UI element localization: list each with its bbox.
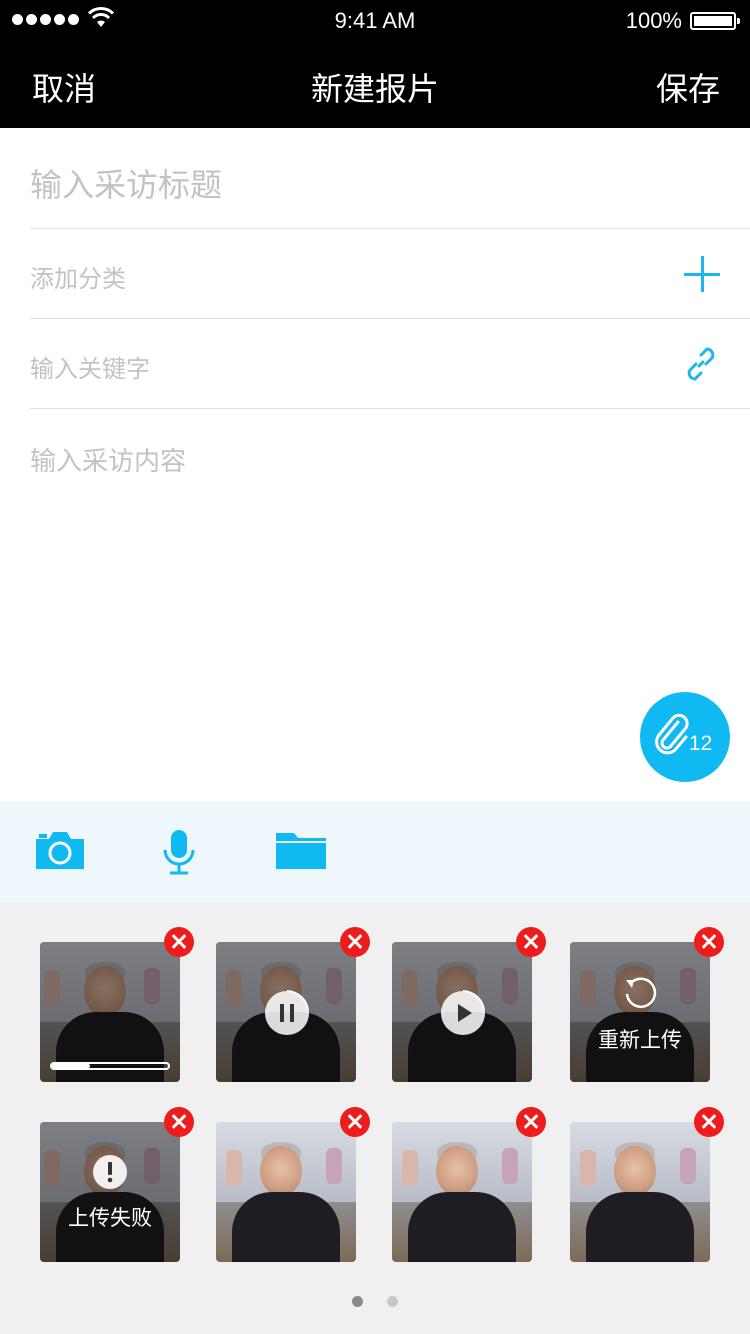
upload-progress-bar [50,1062,170,1070]
upload-progress-fill [52,1064,91,1068]
attachment-count: 12 [689,732,713,755]
page-indicator [0,1292,750,1311]
attachment-thumbnail[interactable] [570,1122,710,1262]
media-toolbar [0,801,750,902]
category-field[interactable]: 添加分类 [30,229,750,319]
retry-icon[interactable] [622,974,658,1010]
page-dot[interactable] [352,1296,363,1307]
attachment-thumbnail[interactable]: 重新上传 [570,942,710,1082]
save-button[interactable]: 保存 [656,64,720,110]
retry-upload-label[interactable]: 重新上传 [570,1024,710,1054]
add-category-icon[interactable] [684,256,720,292]
attachment-thumbnail[interactable] [392,942,532,1082]
attachment-thumbnail[interactable] [392,1122,532,1262]
page-title: 新建报片 [310,70,439,108]
attachments-button[interactable]: 12 [640,692,730,782]
delete-attachment-button[interactable] [340,927,370,957]
link-icon[interactable] [682,345,720,383]
upload-failed-label: 上传失败 [68,1206,152,1230]
camera-icon[interactable] [34,829,86,871]
content-placeholder: 输入采访内容 [30,447,187,477]
error-icon [93,1155,127,1189]
delete-attachment-button[interactable] [694,927,724,957]
keyword-input[interactable]: 输入关键字 [30,319,750,409]
title-placeholder: 输入采访标题 [30,166,223,204]
pause-icon[interactable] [264,990,310,1036]
delete-attachment-button[interactable] [340,1107,370,1137]
delete-attachment-button[interactable] [694,1107,724,1137]
attachment-thumbnail[interactable]: 上传失败 [40,1122,180,1262]
delete-attachment-button[interactable] [516,927,546,957]
category-placeholder: 添加分类 [30,265,126,293]
delete-attachment-button[interactable] [516,1107,546,1137]
play-icon[interactable] [440,990,486,1036]
attachment-thumbnail[interactable] [216,1122,356,1262]
attachments-panel: 重新上传 上传失败 [0,902,750,1334]
page-dot[interactable] [387,1296,398,1307]
folder-icon[interactable] [274,829,328,871]
delete-attachment-button[interactable] [164,927,194,957]
attachment-thumbnail[interactable] [216,942,356,1082]
delete-attachment-button[interactable] [164,1107,194,1137]
navigation-bar: 取消 新建报片 保存 [0,40,750,128]
battery-percentage: 100% [625,8,682,33]
microphone-icon[interactable] [160,828,198,876]
paperclip-icon [655,713,689,755]
title-input[interactable]: 输入采访标题 [30,128,750,229]
status-bar: 9:41 AM 100% [0,0,750,40]
keyword-placeholder: 输入关键字 [30,355,150,383]
battery-icon [690,12,740,30]
attachment-thumbnail[interactable] [40,942,180,1082]
